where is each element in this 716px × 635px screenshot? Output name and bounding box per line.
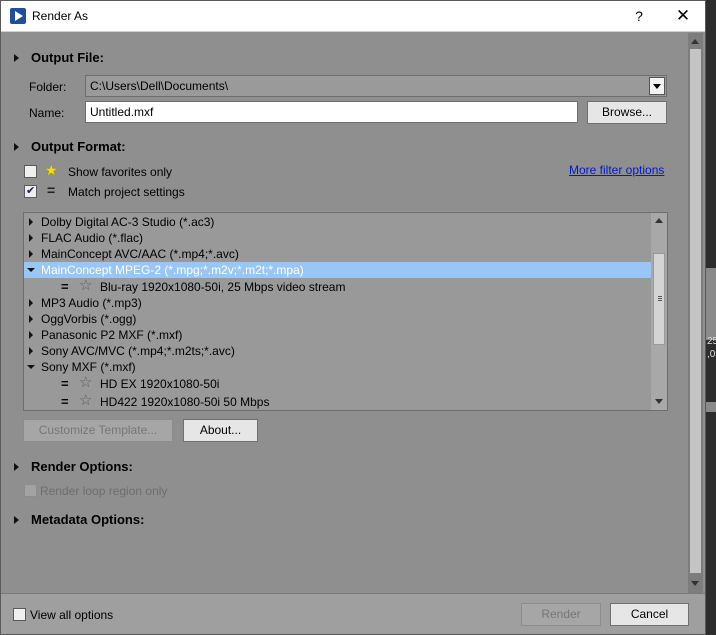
name-input[interactable] — [86, 102, 577, 122]
about-button[interactable]: About... — [183, 419, 258, 442]
match-project-label[interactable]: Match project settings — [68, 185, 185, 199]
scroll-up-icon[interactable] — [655, 218, 663, 223]
template-label: HD422 1920x1080-50i 50 Mbps — [100, 395, 270, 409]
format-label: FLAC Audio (*.flac) — [41, 231, 144, 245]
window-title: Render As — [32, 9, 89, 23]
format-label: Sony MXF (*.mxf) — [41, 360, 136, 374]
render-loop-label[interactable]: Render loop region only — [40, 484, 167, 498]
format-label: Dolby Digital AC-3 Studio (*.ac3) — [41, 215, 215, 229]
render-as-dialog: Render As ? ✕ Output File: Folder: C:\Us… — [0, 0, 706, 635]
collapse-arrow-icon[interactable] — [27, 268, 35, 272]
format-label: Sony AVC/MVC (*.mp4;*.m2ts;*.avc) — [41, 344, 235, 358]
output-file-expand-icon[interactable] — [14, 54, 19, 62]
format-label: OggVorbis (*.ogg) — [41, 312, 137, 326]
format-group-row[interactable]: MP3 Audio (*.mp3) — [24, 295, 651, 311]
render-options-expand-icon[interactable] — [14, 463, 19, 471]
background-panel-lower — [706, 402, 716, 412]
expand-arrow-icon[interactable] — [29, 250, 33, 258]
expand-arrow-icon[interactable] — [29, 218, 33, 226]
app-icon — [10, 8, 26, 24]
equals-icon: = — [61, 279, 69, 294]
scroll-up-icon[interactable] — [691, 39, 699, 44]
render-loop-checkbox[interactable] — [24, 484, 37, 497]
name-input-box[interactable] — [85, 101, 578, 123]
more-filter-options-link[interactable]: More filter options — [569, 163, 664, 177]
format-group-row-selected[interactable]: MainConcept MPEG-2 (*.mpg;*.m2v;*.m2t;*.… — [24, 262, 651, 278]
scroll-down-icon[interactable] — [655, 399, 663, 404]
output-format-expand-icon[interactable] — [14, 143, 19, 151]
format-label: Panasonic P2 MXF (*.mxf) — [41, 328, 183, 342]
equals-icon: = — [61, 394, 69, 409]
render-button[interactable]: Render — [521, 603, 601, 626]
view-all-options-label[interactable]: View all options — [30, 608, 113, 622]
chevron-down-icon[interactable] — [649, 77, 665, 95]
customize-template-button[interactable]: Customize Template... — [23, 419, 173, 442]
help-button[interactable]: ? — [627, 5, 651, 27]
template-row[interactable]: = ☆ Blu-ray 1920x1080-50i, 25 Mbps video… — [24, 278, 651, 295]
collapse-arrow-icon[interactable] — [27, 365, 35, 369]
template-row[interactable]: = ☆ HD422 1920x1080-50i 50 Mbps — [24, 393, 651, 410]
dialog-scrollbar[interactable] — [688, 33, 703, 593]
equals-icon: = — [61, 376, 69, 391]
view-all-options-checkbox[interactable] — [13, 608, 26, 621]
cancel-button[interactable]: Cancel — [610, 603, 689, 626]
grip-icon — [658, 296, 662, 297]
dialog-content: Output File: Folder: C:\Users\Dell\Docum… — [1, 33, 705, 593]
dialog-footer: View all options Render Cancel — [1, 593, 705, 634]
background-text-top: 25 — [707, 336, 716, 347]
match-project-checkbox[interactable] — [24, 184, 37, 198]
format-group-row[interactable]: Dolby Digital AC-3 Studio (*.ac3) — [24, 214, 651, 230]
metadata-options-title[interactable]: Metadata Options: — [31, 512, 144, 527]
format-group-row[interactable]: FLAC Audio (*.flac) — [24, 230, 651, 246]
template-label: Blu-ray 1920x1080-50i, 25 Mbps video str… — [100, 280, 346, 294]
background-text-bottom: ,0 — [707, 349, 716, 360]
format-group-row[interactable]: Sony MXF (*.mxf) — [24, 359, 651, 375]
star-outline-icon[interactable]: ☆ — [79, 393, 92, 409]
template-label: HD EX 1920x1080-50i — [100, 377, 220, 391]
scroll-thumb[interactable] — [690, 49, 701, 573]
render-options-title[interactable]: Render Options: — [31, 459, 133, 474]
format-label: MP3 Audio (*.mp3) — [41, 296, 142, 310]
format-group-row[interactable]: Panasonic P2 MXF (*.mxf) — [24, 327, 651, 343]
close-button[interactable]: ✕ — [671, 5, 695, 27]
format-label: MainConcept MPEG-2 (*.mpg;*.m2v;*.m2t;*.… — [41, 263, 304, 277]
folder-label: Folder: — [29, 80, 67, 94]
output-file-title[interactable]: Output File: — [31, 50, 104, 65]
folder-combo[interactable]: C:\Users\Dell\Documents\ — [85, 75, 667, 97]
equals-icon: = — [47, 182, 56, 198]
scroll-down-icon[interactable] — [691, 581, 699, 586]
format-list-scrollbar[interactable] — [651, 213, 667, 410]
expand-arrow-icon[interactable] — [29, 347, 33, 355]
scroll-thumb[interactable] — [653, 253, 665, 345]
show-favorites-label[interactable]: Show favorites only — [68, 165, 172, 179]
expand-arrow-icon[interactable] — [29, 299, 33, 307]
background-app: 25 ,0 — [706, 0, 716, 635]
star-icon: ★ — [45, 162, 58, 178]
template-row[interactable]: = ☆ HD EX 1920x1080-50i — [24, 375, 651, 392]
title-bar: Render As ? ✕ — [1, 1, 705, 32]
format-group-row[interactable]: MainConcept AVC/AAC (*.mp4;*.avc) — [24, 246, 651, 262]
format-list[interactable]: Dolby Digital AC-3 Studio (*.ac3) FLAC A… — [23, 212, 668, 411]
expand-arrow-icon[interactable] — [29, 331, 33, 339]
metadata-options-expand-icon[interactable] — [14, 516, 19, 524]
format-group-row[interactable]: Sony AVC/MVC (*.mp4;*.m2ts;*.avc) — [24, 343, 651, 359]
expand-arrow-icon[interactable] — [29, 234, 33, 242]
name-label: Name: — [29, 106, 65, 120]
format-label: MainConcept AVC/AAC (*.mp4;*.avc) — [41, 247, 239, 261]
show-favorites-checkbox[interactable] — [24, 165, 37, 178]
background-panel — [706, 268, 716, 340]
star-outline-icon[interactable]: ☆ — [79, 375, 92, 391]
format-group-row[interactable]: OggVorbis (*.ogg) — [24, 311, 651, 327]
star-outline-icon[interactable]: ☆ — [79, 278, 92, 294]
folder-value: C:\Users\Dell\Documents\ — [90, 79, 229, 93]
expand-arrow-icon[interactable] — [29, 315, 33, 323]
browse-button[interactable]: Browse... — [587, 101, 667, 124]
output-format-title[interactable]: Output Format: — [31, 139, 126, 154]
